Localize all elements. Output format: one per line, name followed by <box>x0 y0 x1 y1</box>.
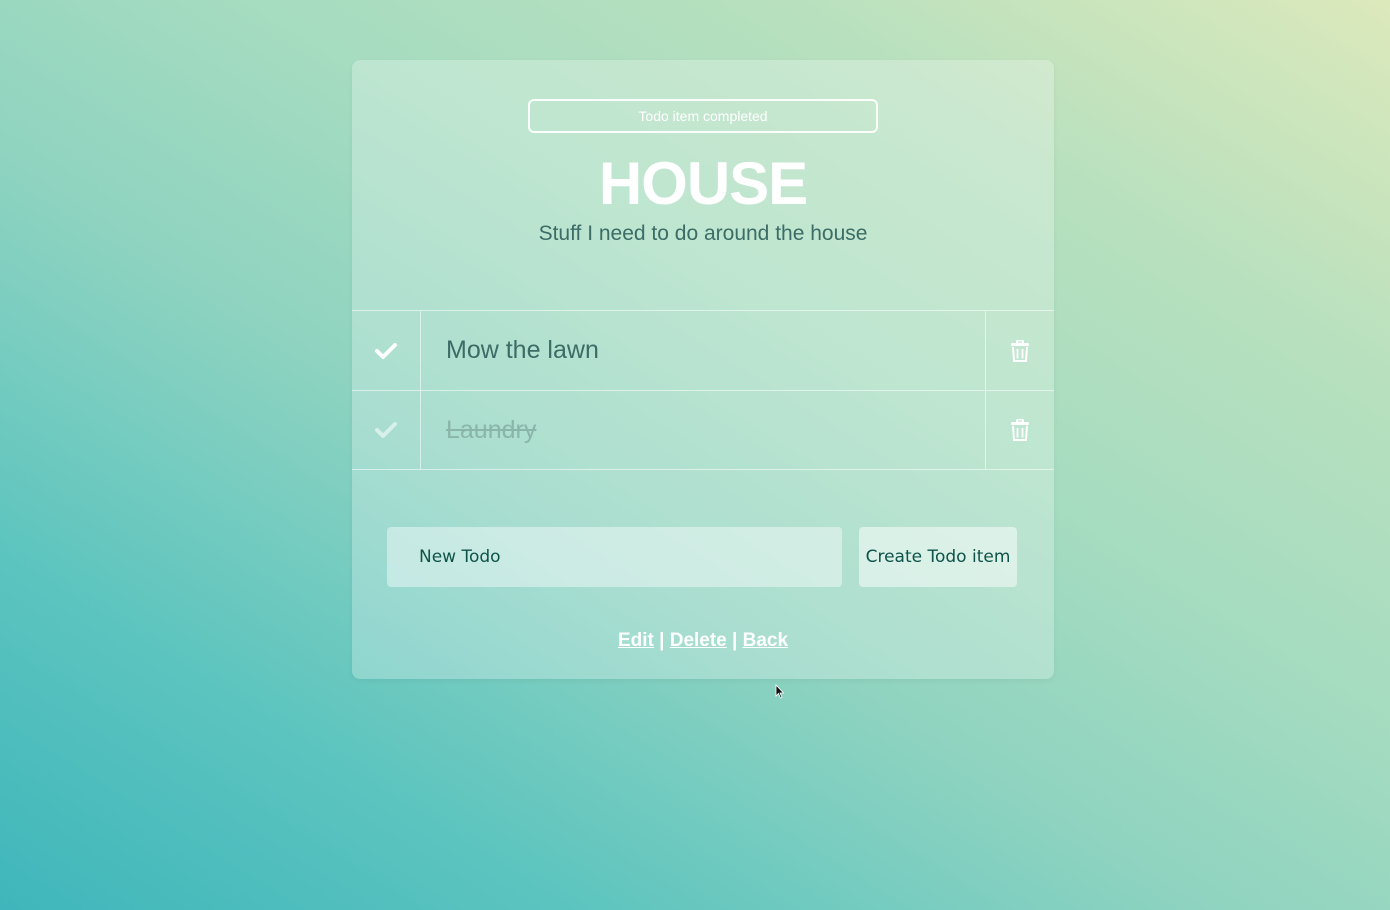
link-separator: | <box>659 630 665 651</box>
complete-toggle[interactable] <box>352 311 421 390</box>
create-todo-button[interactable]: Create Todo item <box>859 527 1017 587</box>
check-icon <box>375 422 397 438</box>
list-description: Stuff I need to do around the house <box>538 222 868 245</box>
mouse-cursor-icon <box>775 684 785 699</box>
new-todo-input[interactable] <box>387 527 842 587</box>
delete-item-button[interactable] <box>985 311 1054 390</box>
footer-links: Edit | Delete | Back <box>352 630 1054 652</box>
delete-link[interactable]: Delete <box>670 630 727 651</box>
todo-list-card: Todo item completed HOUSE Stuff I need t… <box>352 60 1054 679</box>
flash-notice: Todo item completed <box>528 99 878 133</box>
complete-toggle[interactable] <box>352 391 421 469</box>
trash-icon <box>1011 419 1029 441</box>
delete-item-button[interactable] <box>985 391 1054 469</box>
edit-link[interactable]: Edit <box>618 630 654 651</box>
trash-icon <box>1011 339 1029 362</box>
check-icon <box>375 342 397 359</box>
back-link[interactable]: Back <box>743 630 788 651</box>
todo-item: Mow the lawn <box>352 310 1054 390</box>
link-separator: | <box>732 630 738 651</box>
todo-item: Laundry <box>352 390 1054 470</box>
list-title: HOUSE <box>598 150 808 217</box>
todo-item-text: Laundry <box>446 415 537 444</box>
todo-items: Mow the lawn Laundry <box>352 310 1054 470</box>
todo-item-text: Mow the lawn <box>446 336 599 364</box>
